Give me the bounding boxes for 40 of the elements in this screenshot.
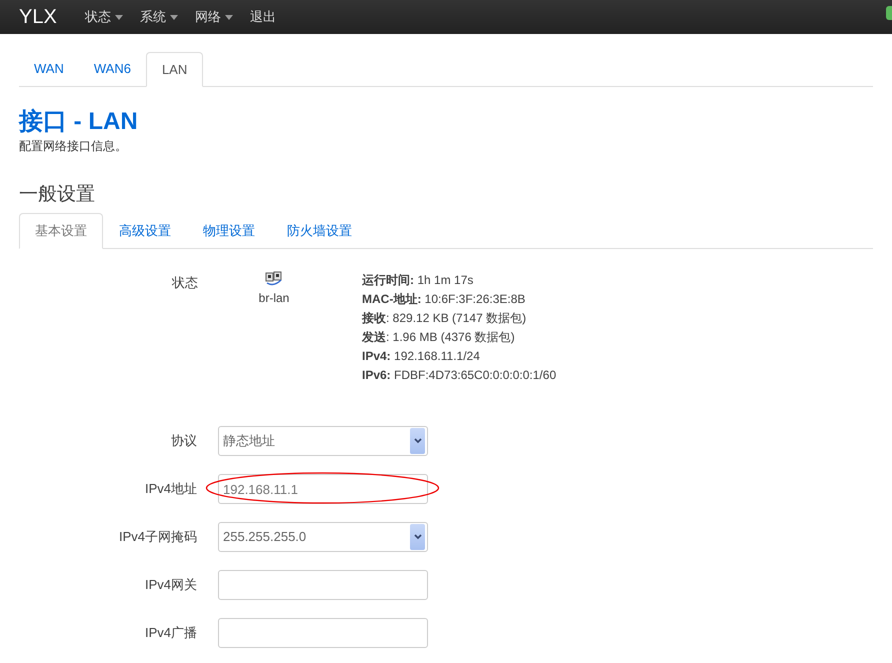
- text-field[interactable]: 192.168.11.1: [218, 474, 428, 504]
- select-field[interactable]: 静态地址: [218, 426, 428, 456]
- page-title: 接口 - LAN: [19, 107, 139, 137]
- caret-icon: [224, 14, 233, 20]
- select-field[interactable]: 255.255.255.0: [218, 522, 428, 552]
- status-line: IPv4: 192.168.11.1/24: [362, 348, 481, 365]
- device-name: br-lan: [258, 290, 290, 307]
- field-label: IPv4子网掩码: [118, 528, 198, 546]
- field-label: IPv4广播: [144, 624, 198, 642]
- settings-tab[interactable]: 物理设置: [187, 213, 271, 248]
- nav-menu[interactable]: 系统: [140, 7, 178, 27]
- settings-tab[interactable]: 高级设置: [103, 213, 187, 248]
- status-line: MAC-地址: 10:6F:3F:26:3E:8B: [362, 291, 526, 308]
- chevron-down-icon: [410, 428, 425, 454]
- section-title: 一般设置: [19, 183, 96, 207]
- nav-menu[interactable]: 退出: [250, 7, 276, 27]
- status-line: 运行时间: 1h 1m 17s: [362, 272, 474, 289]
- brand-logo[interactable]: YLX: [19, 2, 57, 32]
- field-label: 协议: [170, 432, 198, 450]
- settings-tab[interactable]: 基本设置: [19, 213, 103, 249]
- nav-menu[interactable]: 网络: [194, 7, 233, 27]
- status-indicator-icon: [886, 6, 892, 20]
- status-line: 接收: 829.12 KB (7147 数据包): [362, 310, 528, 327]
- chevron-down-icon: [410, 524, 425, 550]
- caret-icon: [170, 14, 178, 20]
- settings-tab[interactable]: 防火墙设置: [271, 213, 368, 248]
- page-description: 配置网络接口信息。: [19, 138, 128, 155]
- status-line: 发送: 1.96 MB (4376 数据包): [362, 329, 516, 346]
- nav-menu[interactable]: 状态: [84, 7, 123, 27]
- status-label: 状态: [170, 274, 199, 292]
- text-field[interactable]: [218, 570, 428, 600]
- interface-tab[interactable]: WAN: [19, 52, 79, 86]
- interface-tab[interactable]: WAN6: [78, 52, 146, 86]
- field-label: IPv4网关: [144, 576, 198, 594]
- caret-icon: [114, 14, 123, 20]
- interface-tab[interactable]: LAN: [146, 52, 204, 87]
- text-field[interactable]: [218, 618, 428, 648]
- status-line: IPv6: FDBF:4D73:65C0:0:0:0:0:1/60: [362, 367, 556, 384]
- network-ports-icon: [265, 271, 283, 287]
- field-label: IPv4地址: [144, 480, 198, 498]
